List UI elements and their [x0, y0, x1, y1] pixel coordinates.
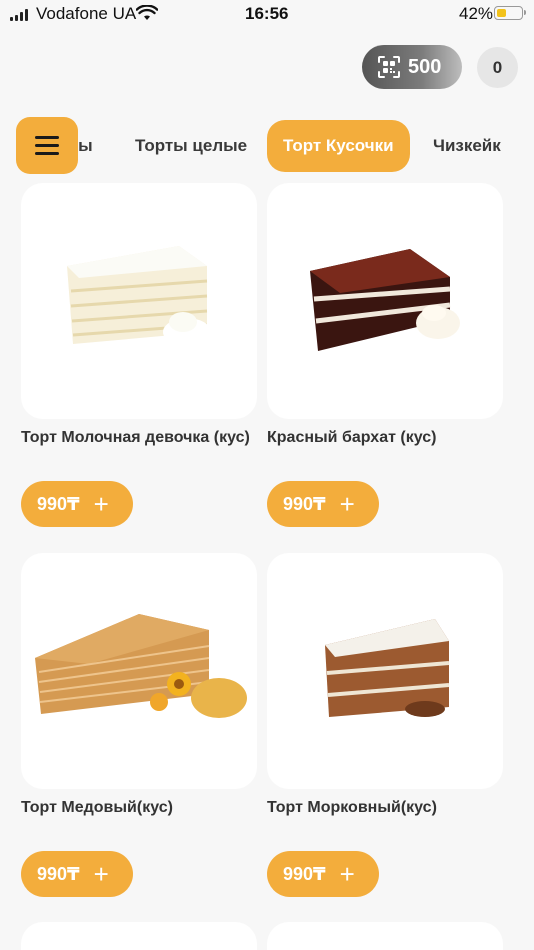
signal-icon	[10, 9, 30, 21]
cake-slice-image	[310, 249, 460, 351]
add-to-cart-button[interactable]: 990₸ +	[267, 851, 379, 897]
product-name: Красный бархат (кус)	[267, 429, 437, 446]
product-card[interactable]: Торт Морковный(кус)	[267, 553, 503, 818]
product-card[interactable]: Торт Медовый(кус)	[21, 553, 257, 818]
add-to-cart-button[interactable]: 990₸ +	[21, 851, 133, 897]
add-to-cart-button[interactable]: 990₸ +	[267, 481, 379, 527]
product-card[interactable]	[21, 922, 257, 950]
product-card[interactable]	[267, 922, 503, 950]
product-price: 990₸	[283, 863, 326, 884]
status-bar: Vodafone UA 16:56 42%	[0, 0, 534, 28]
plus-icon: +	[339, 859, 355, 889]
cake-slice-image	[325, 619, 450, 717]
product-card[interactable]: Красный бархат (кус)	[267, 183, 503, 448]
cake-slice-image	[35, 614, 247, 718]
category-tabs: Торты Торты целые Торт Кусочки Чизкейк	[0, 120, 534, 172]
battery-level	[496, 8, 507, 17]
cake-slice-image	[67, 246, 211, 346]
product-price: 990₸	[37, 493, 80, 514]
cart-count: 0	[492, 57, 503, 77]
product-price: 990₸	[283, 493, 326, 514]
menu-button[interactable]	[16, 117, 78, 174]
plus-icon: +	[93, 489, 109, 519]
product-name: Торт Морковный(кус)	[267, 799, 437, 816]
product-image[interactable]	[21, 553, 257, 789]
loyalty-points-button[interactable]: 500	[362, 45, 462, 89]
product-name: Торт Медовый(кус)	[21, 799, 173, 816]
product-price: 990₸	[37, 863, 80, 884]
product-name: Торт Молочная девочка (кус)	[21, 429, 250, 446]
plus-icon: +	[93, 859, 109, 889]
battery-percent: 42%	[459, 4, 494, 23]
plus-icon: +	[339, 489, 355, 519]
product-card[interactable]: Торт Молочная девочка (кус)	[21, 183, 257, 448]
product-image[interactable]	[21, 183, 257, 419]
hamburger-icon	[35, 136, 59, 139]
clock: 16:56	[245, 4, 289, 23]
points-value: 500	[408, 55, 442, 78]
carrier-label: Vodafone UA	[36, 4, 137, 23]
cart-button[interactable]: 0	[477, 47, 518, 88]
add-to-cart-button[interactable]: 990₸ +	[21, 481, 133, 527]
product-image[interactable]	[267, 183, 503, 419]
battery-icon	[494, 6, 526, 20]
qr-code-icon	[378, 56, 400, 78]
wifi-icon	[136, 5, 158, 20]
tab-cake-slices[interactable]: Торт Кусочки	[267, 120, 410, 172]
product-image[interactable]	[267, 553, 503, 789]
tab-cheesecake[interactable]: Чизкейк	[433, 120, 501, 172]
tab-whole-cakes[interactable]: Торты целые	[135, 120, 247, 172]
